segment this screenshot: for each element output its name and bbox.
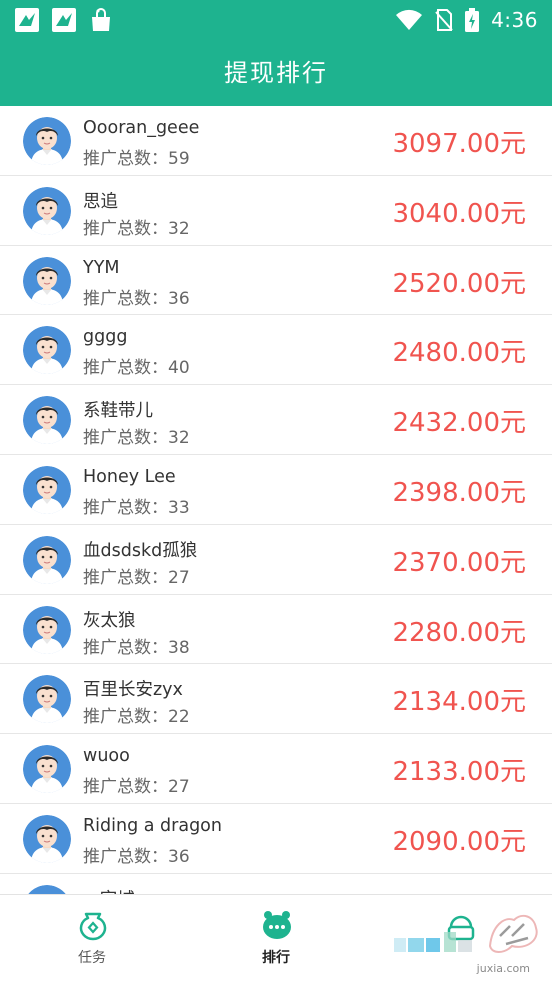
withdraw-amount: 2398.00元 xyxy=(392,477,526,508)
avatar xyxy=(23,535,71,584)
avatar xyxy=(23,465,71,514)
ranking-row[interactable]: 血dsdskd孤狼 推广总数：27 2370.00元 xyxy=(0,524,552,595)
app-bar: 提现排行 xyxy=(0,40,552,106)
ranking-list[interactable]: Oooran_geee 推广总数：59 3097.00元思追推广总数：32 3040.… xyxy=(0,106,552,894)
withdraw-amount: 2090.00元 xyxy=(392,826,526,857)
page-title: 提现排行 xyxy=(224,59,328,87)
ranking-row[interactable]: gggg 推广总数：40 2480.00元 xyxy=(0,315,552,386)
referral-count: 推广总数：36 xyxy=(83,288,190,309)
user-name: Riding a dragon xyxy=(83,815,222,836)
referral-count: 推广总数：32 xyxy=(83,428,190,449)
task-icon xyxy=(79,912,107,941)
withdraw-amount: 2280.00元 xyxy=(392,617,526,648)
ranking-row[interactable]: Honey Lee 推广总数：33 2398.00元 xyxy=(0,454,552,525)
user-name: YYM xyxy=(83,257,120,278)
user-name: 百里长安zyx xyxy=(83,680,183,701)
tab-task-label: 任务 xyxy=(78,950,106,966)
withdraw-amount: 2432.00元 xyxy=(392,408,526,439)
battery-charging-icon xyxy=(465,8,480,32)
user-name: Oooran_geee xyxy=(83,118,200,138)
user-name: ·· 宅城 xyxy=(83,886,135,894)
withdraw-amount: 2134.00元 xyxy=(392,687,526,718)
user-name: 灰太狼 xyxy=(83,610,136,631)
ranking-row[interactable]: 系鞋带儿推广总数：32 2432.00元 xyxy=(0,385,552,455)
withdraw-amount: 2133.00元 xyxy=(392,757,526,788)
ranking-row[interactable]: 灰太狼推广总数：38 2280.00元 xyxy=(0,594,552,665)
referral-count: 推广总数：27 xyxy=(83,567,190,588)
referral-count: 推广总数：59 xyxy=(83,149,190,169)
withdraw-amount: 3097.00元 xyxy=(392,129,526,159)
user-name: 血dsdskd孤狼 xyxy=(83,540,198,561)
referral-count: 推广总数：33 xyxy=(83,497,190,518)
user-name: gggg xyxy=(83,327,128,348)
watermark-text: juxia.com xyxy=(476,962,530,975)
avatar xyxy=(23,814,71,863)
referral-count: 推广总数：32 xyxy=(83,218,190,239)
bird-app-icon xyxy=(52,8,76,32)
avatar xyxy=(23,256,71,305)
avatar xyxy=(23,745,71,794)
ranking-row[interactable]: YYM 推广总数：36 2520.00元 xyxy=(0,245,552,316)
avatar xyxy=(23,884,71,894)
tab-task[interactable]: 任务 xyxy=(0,895,184,981)
referral-count: 推广总数：40 xyxy=(83,358,190,379)
avatar xyxy=(23,396,71,445)
ranking-row[interactable]: wuoo 推广总数：27 2133.00元 xyxy=(0,734,552,804)
withdraw-amount: 2520.00元 xyxy=(392,268,526,299)
ranking-row[interactable]: 百里长安zyx 推广总数：22 2134.00元 xyxy=(0,664,552,735)
avatar xyxy=(23,675,71,724)
withdraw-amount: 2370.00元 xyxy=(392,547,526,578)
status-bar: 4:36 xyxy=(0,0,552,40)
avatar xyxy=(23,117,71,165)
referral-count: 推广总数：27 xyxy=(83,777,190,798)
withdraw-amount: 2480.00元 xyxy=(392,338,526,369)
clock: 4:36 xyxy=(491,8,538,32)
ranking-row[interactable]: ·· 宅城 xyxy=(0,873,552,894)
watermark-logo xyxy=(488,914,538,953)
ranking-row[interactable]: Oooran_geee 推广总数：59 3097.00元 xyxy=(0,106,552,176)
bird-app-icon xyxy=(15,8,39,32)
avatar xyxy=(23,605,71,654)
tab-ranking-label: 排行 xyxy=(262,950,290,966)
watermark: juxia.com xyxy=(386,906,546,981)
user-name: 系鞋带儿 xyxy=(83,401,153,422)
notification-icons xyxy=(14,7,114,33)
user-name: wuoo xyxy=(83,746,130,767)
no-sim-icon xyxy=(435,9,453,31)
user-name: 思追 xyxy=(83,191,118,212)
avatar xyxy=(23,326,71,375)
wifi-icon xyxy=(396,9,423,30)
ranking-icon xyxy=(263,911,291,939)
referral-count: 推广总数：36 xyxy=(83,846,190,867)
ranking-row[interactable]: Riding a dragon 推广总数：36 2090.00元 xyxy=(0,803,552,874)
referral-count: 推广总数：22 xyxy=(83,707,190,728)
referral-count: 推广总数：38 xyxy=(83,637,190,658)
withdraw-amount: 3040.00元 xyxy=(392,198,526,229)
system-status: 4:36 xyxy=(395,8,538,32)
avatar xyxy=(23,186,71,235)
user-name: Honey Lee xyxy=(83,466,176,487)
shopping-bag-icon xyxy=(92,8,110,31)
tab-ranking[interactable]: 排行 xyxy=(184,895,368,981)
ranking-row[interactable]: 思追推广总数：32 3040.00元 xyxy=(0,175,552,246)
